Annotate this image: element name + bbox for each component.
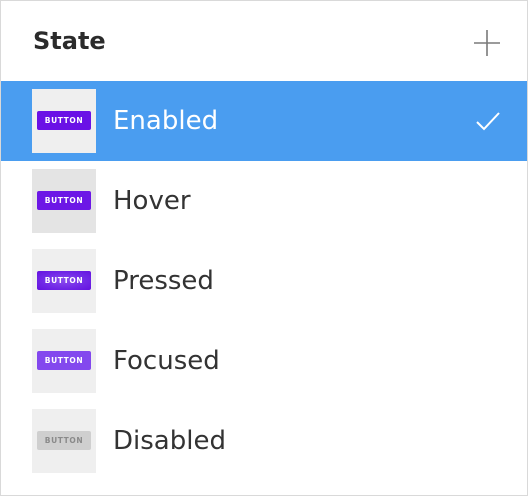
- state-label: Hover: [113, 186, 191, 216]
- state-thumbnail: BUTTON: [32, 169, 96, 233]
- state-label: Enabled: [113, 106, 219, 136]
- state-label: Pressed: [113, 266, 214, 296]
- add-state-button[interactable]: [469, 25, 505, 61]
- state-thumbnail: BUTTON: [32, 329, 96, 393]
- state-item-focused[interactable]: BUTTON Focused: [1, 321, 527, 401]
- state-label: Focused: [113, 346, 220, 376]
- state-thumbnail: BUTTON: [32, 409, 96, 473]
- state-label: Disabled: [113, 426, 226, 456]
- button-preview-pressed: BUTTON: [37, 271, 91, 290]
- state-list: BUTTON Enabled BUTTON Hover BUTTON Press…: [1, 81, 527, 481]
- button-preview-hover: BUTTON: [37, 191, 91, 210]
- plus-icon: [474, 30, 500, 56]
- panel-title: State: [33, 27, 106, 55]
- state-item-pressed[interactable]: BUTTON Pressed: [1, 241, 527, 321]
- checkmark-icon: [476, 112, 500, 131]
- state-item-disabled[interactable]: BUTTON Disabled: [1, 401, 527, 481]
- button-preview-focused: BUTTON: [37, 351, 91, 370]
- state-item-enabled[interactable]: BUTTON Enabled: [1, 81, 527, 161]
- state-item-hover[interactable]: BUTTON Hover: [1, 161, 527, 241]
- button-preview-disabled: BUTTON: [37, 431, 91, 450]
- state-panel: State BUTTON Enabled BUTTON Hover BUTTON…: [0, 0, 528, 496]
- state-thumbnail: BUTTON: [32, 89, 96, 153]
- state-thumbnail: BUTTON: [32, 249, 96, 313]
- panel-header: State: [1, 1, 527, 81]
- button-preview-enabled: BUTTON: [37, 111, 91, 130]
